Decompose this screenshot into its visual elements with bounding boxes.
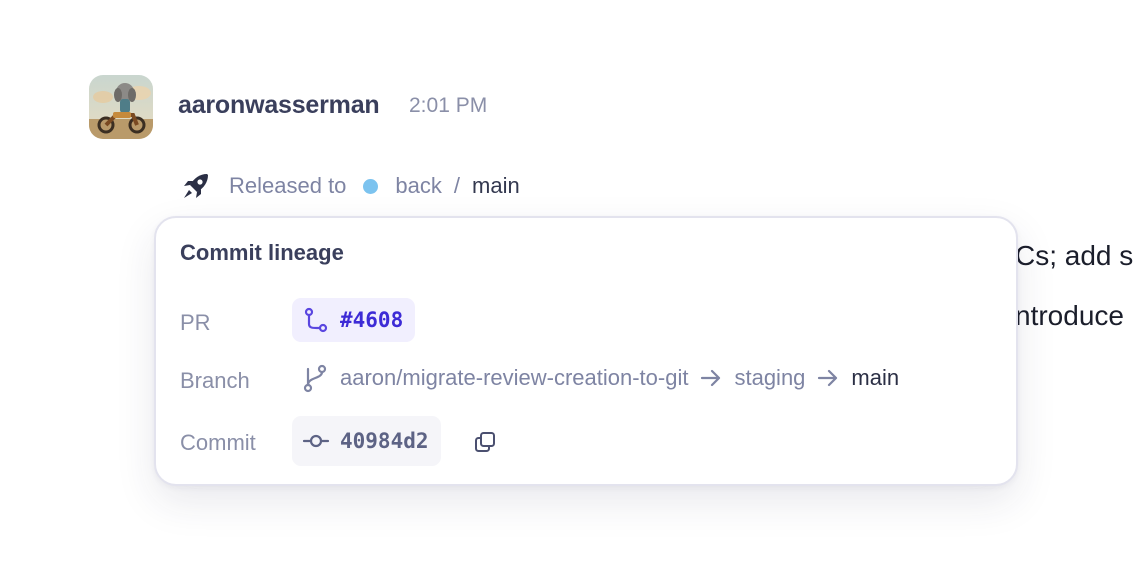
intermediate-branch[interactable]: staging (734, 365, 805, 391)
pr-number: #4608 (340, 308, 404, 332)
background-message-text: Cs; add s (1015, 240, 1134, 271)
source-branch[interactable]: aaron/migrate-review-creation-to-git (340, 365, 688, 391)
release-branch: main (472, 173, 520, 198)
path-separator: / (453, 173, 461, 198)
environment-status-dot (363, 178, 379, 194)
git-branch-icon (300, 363, 330, 393)
avatar[interactable] (89, 75, 153, 139)
copy-icon[interactable] (472, 429, 498, 455)
arrow-right-icon (815, 365, 841, 391)
author-name[interactable]: aaronwasserman (178, 91, 380, 120)
branch-path: aaron/migrate-review-creation-to-git sta… (300, 361, 899, 395)
message-view: Cs; add s ntroduce aaronwasserman 2:01 P… (0, 0, 1144, 568)
popover-title: Commit lineage (180, 240, 344, 265)
commit-link[interactable]: 40984d2 (292, 416, 441, 466)
release-status[interactable]: Released to back / main (180, 170, 520, 202)
pr-link[interactable]: #4608 (292, 298, 416, 342)
release-label: Released to (229, 173, 347, 198)
git-commit-icon (302, 427, 330, 455)
pr-label: PR (180, 310, 211, 335)
environment-name: back (395, 173, 442, 198)
commit-label: Commit (180, 430, 256, 455)
rocket-icon (180, 170, 212, 202)
message-timestamp: 2:01 PM (409, 94, 488, 117)
commit-hash: 40984d2 (340, 429, 429, 453)
arrow-right-icon (698, 365, 724, 391)
background-message-text: ntroduce (1015, 300, 1124, 331)
target-branch[interactable]: main (851, 365, 899, 391)
commit-lineage-popover: Commit lineage PR #4608 Branch aaron/mig… (154, 216, 1018, 486)
branch-label: Branch (180, 368, 250, 393)
pull-request-icon (302, 306, 330, 334)
